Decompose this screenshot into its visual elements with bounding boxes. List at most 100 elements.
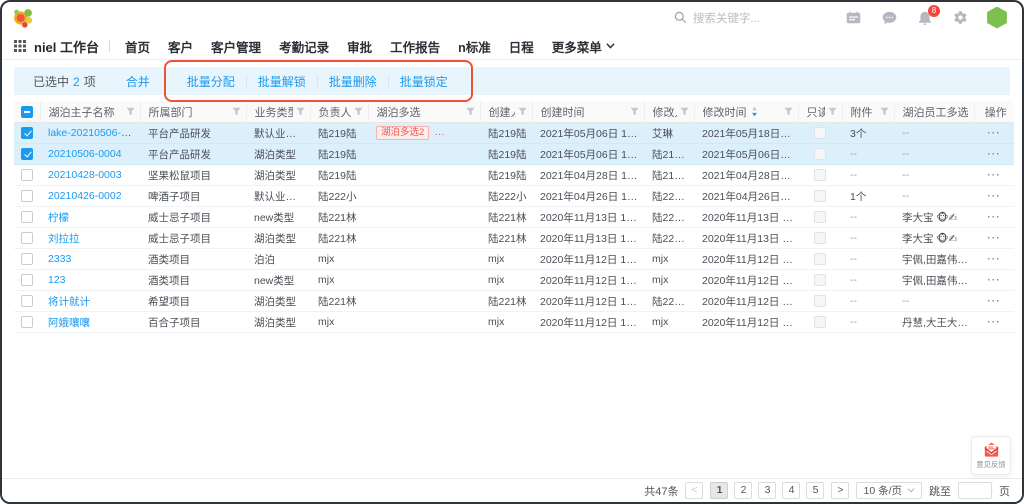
column-header-8[interactable]: 修改人	[644, 101, 694, 123]
column-header-1[interactable]: 湖泊主子名称	[40, 101, 140, 123]
row-checkbox[interactable]	[21, 127, 33, 139]
nav-item-0[interactable]: 首页	[125, 37, 150, 56]
feedback-label: 意见反馈	[976, 459, 1005, 469]
select-all-checkbox[interactable]	[21, 106, 33, 118]
record-name-link[interactable]: 2333	[48, 253, 71, 265]
record-name-link[interactable]: 20210506-0004	[48, 148, 122, 160]
row-checkbox[interactable]	[21, 316, 33, 328]
record-name-link[interactable]: 刘拉拉	[48, 233, 80, 245]
user-avatar[interactable]	[986, 7, 1008, 29]
filter-icon[interactable]	[232, 107, 241, 116]
column-header-12[interactable]: 湖泊员工多选(无首	[894, 101, 974, 123]
topbar: 搜索关键字... 8	[2, 2, 1022, 33]
sort-icon[interactable]	[751, 106, 758, 117]
row-checkbox[interactable]	[21, 295, 33, 307]
next-page-button[interactable]: >	[831, 482, 849, 499]
record-name-link[interactable]: 123	[48, 274, 66, 286]
global-search-input[interactable]: 搜索关键字...	[674, 10, 760, 26]
row-more-actions[interactable]: ···	[987, 148, 1001, 160]
record-name-link[interactable]: 20210428-0003	[48, 169, 122, 181]
page-button-2[interactable]: 2	[734, 482, 752, 499]
table-row: 20210426-0002啤酒子项目默认业务类型陆222小陆222小2021年0…	[14, 186, 1014, 207]
workbench-icon[interactable]	[846, 11, 861, 25]
filter-icon[interactable]	[630, 107, 639, 116]
merge-button[interactable]: 合并	[126, 73, 150, 90]
nav-item-6[interactable]: n标准	[458, 37, 491, 56]
page-button-1[interactable]: 1	[710, 482, 728, 499]
settings-icon[interactable]	[953, 10, 968, 25]
nav-item-5[interactable]: 工作报告	[390, 37, 440, 56]
toolbar-divider	[388, 76, 389, 87]
nav-item-2[interactable]: 客户管理	[211, 37, 261, 56]
filter-icon[interactable]	[296, 107, 305, 116]
batch-action-2[interactable]: 批量删除	[329, 73, 377, 90]
record-name-link[interactable]: 20210426-0002	[48, 190, 122, 202]
row-checkbox[interactable]	[21, 253, 33, 265]
column-header-4[interactable]: 负责人	[310, 101, 368, 123]
row-more-actions[interactable]: ···	[987, 127, 1001, 139]
row-more-actions[interactable]: ···	[987, 316, 1001, 328]
filter-icon[interactable]	[784, 107, 793, 116]
row-more-actions[interactable]: ···	[987, 274, 1001, 286]
column-header-7[interactable]: 创建时间	[532, 101, 644, 123]
jump-suffix: 页	[999, 483, 1010, 499]
row-checkbox[interactable]	[21, 232, 33, 244]
page-button-5[interactable]: 5	[806, 482, 824, 499]
row-checkbox[interactable]	[21, 211, 33, 223]
feedback-button[interactable]: 意见反馈	[971, 436, 1011, 475]
row-more-actions[interactable]: ···	[987, 190, 1001, 202]
batch-action-3[interactable]: 批量锁定	[400, 73, 448, 90]
nav-item-3[interactable]: 考勤记录	[279, 37, 329, 56]
nav-item-4[interactable]: 审批	[347, 37, 372, 56]
batch-action-0[interactable]: 批量分配	[187, 73, 235, 90]
readonly-checkbox	[814, 274, 826, 286]
app-logo-icon[interactable]	[12, 7, 34, 29]
readonly-checkbox	[814, 316, 826, 328]
column-header-3[interactable]: 业务类型	[246, 101, 310, 123]
page-button-3[interactable]: 3	[758, 482, 776, 499]
messages-icon[interactable]	[882, 11, 897, 25]
column-header-13[interactable]: 操作	[974, 101, 1014, 123]
record-name-link[interactable]: 柠檬	[48, 212, 69, 224]
column-header-6[interactable]: 创建人	[480, 101, 532, 123]
filter-icon[interactable]	[126, 107, 135, 116]
filter-icon[interactable]	[354, 107, 363, 116]
prev-page-button[interactable]: <	[685, 482, 703, 499]
row-checkbox[interactable]	[21, 148, 33, 160]
row-checkbox[interactable]	[21, 169, 33, 181]
filter-icon[interactable]	[880, 107, 889, 116]
record-name-link[interactable]: 阿娥嚷嚷	[48, 317, 90, 329]
filter-icon[interactable]	[466, 107, 475, 116]
row-checkbox[interactable]	[21, 274, 33, 286]
page-buttons: 12345	[710, 482, 824, 499]
nav-item-1[interactable]: 客户	[168, 37, 193, 56]
more-menu-button[interactable]: 更多菜单	[552, 37, 615, 56]
apps-grid-icon[interactable]	[14, 40, 26, 52]
record-name-link[interactable]: lake-20210506-0005	[48, 127, 140, 139]
tag[interactable]: 湖泊多选2	[376, 126, 429, 140]
column-header-2[interactable]: 所属部门	[140, 101, 246, 123]
row-more-actions[interactable]: ···	[987, 253, 1001, 265]
filter-icon[interactable]	[828, 107, 837, 116]
nav-item-7[interactable]: 日程	[509, 37, 534, 56]
filter-icon[interactable]	[518, 107, 527, 116]
column-header-9[interactable]: 修改时间	[694, 101, 798, 123]
select-all-header[interactable]	[14, 101, 40, 123]
row-checkbox[interactable]	[21, 190, 33, 202]
filter-icon[interactable]	[680, 107, 689, 116]
row-more-actions[interactable]: ···	[987, 211, 1001, 223]
readonly-checkbox	[814, 253, 826, 265]
jump-page-input[interactable]	[958, 482, 992, 499]
row-more-actions[interactable]: ···	[987, 295, 1001, 307]
column-header-5[interactable]: 湖泊多选	[368, 101, 480, 123]
page-size-select[interactable]: 10 条/页	[856, 482, 922, 499]
page-button-4[interactable]: 4	[782, 482, 800, 499]
notifications-icon[interactable]: 8	[918, 10, 932, 25]
row-more-actions[interactable]: ···	[987, 232, 1001, 244]
column-header-11[interactable]: 附件	[842, 101, 894, 123]
record-name-link[interactable]: 将计就计	[48, 296, 90, 308]
row-more-actions[interactable]: ···	[987, 169, 1001, 181]
column-header-10[interactable]: 只读	[798, 101, 842, 123]
batch-action-1[interactable]: 批量解锁	[258, 73, 306, 90]
workspace-brand[interactable]: niel 工作台	[34, 37, 99, 56]
